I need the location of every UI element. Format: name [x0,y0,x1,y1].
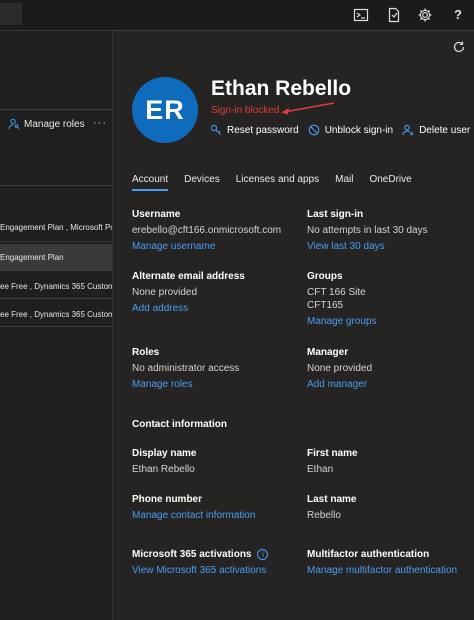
last-name-value: Rebello [307,510,341,521]
add-manager-link[interactable]: Add manager [307,379,372,390]
tab-onedrive[interactable]: OneDrive [369,174,411,191]
list-item[interactable]: ee Free , Dynamics 365 Custome [0,310,112,319]
last-signin-value: No attempts in last 30 days [307,225,428,236]
person-key-icon [8,118,20,130]
unblock-signin-button[interactable]: Unblock sign-in [308,124,393,136]
divider [0,185,112,186]
first-name-value: Ethan [307,464,334,475]
first-name-label: First name [307,448,358,459]
manage-groups-link[interactable]: Manage groups [307,316,377,327]
refresh-icon[interactable] [452,40,466,54]
contact-information-heading: Contact information [132,419,227,430]
red-arrow-annotation [281,102,335,115]
display-name-value: Ethan Rebello [132,464,195,475]
divider [0,109,112,110]
display-name-field: Display name Ethan Rebello [132,448,196,476]
more-options-button[interactable]: ··· [93,117,107,129]
display-name-label: Display name [132,448,197,459]
manage-roles-label: Manage roles [24,118,85,130]
alternate-email-value: None provided [132,287,198,298]
alternate-email-label: Alternate email address [132,271,245,282]
roles-field: Roles No administrator access Manage rol… [132,347,239,390]
reset-password-label: Reset password [227,124,299,136]
manage-roles-link[interactable]: Manage roles [132,379,239,390]
avatar: ER [132,77,198,143]
m365-activations-label-row: Microsoft 365 activations i [132,549,269,561]
user-actions: Reset password Unblock sign-in Delete us… [210,124,470,136]
manage-mfa-link[interactable]: Manage multifactor authentication [307,565,457,576]
view-last-30-days-link[interactable]: View last 30 days [307,241,428,252]
divider [0,298,112,299]
unblock-signin-label: Unblock sign-in [324,124,394,136]
person-delete-icon [402,124,414,136]
manager-label: Manager [307,347,349,358]
search-box[interactable] [0,3,22,25]
tab-devices[interactable]: Devices [184,174,220,191]
phone-number-field: Phone number Manage contact information [132,494,255,521]
divider [0,326,112,327]
top-bar: ? [0,0,474,30]
username-label: Username [132,209,181,220]
mfa-field: Multifactor authentication Manage multif… [307,549,457,576]
groups-label: Groups [307,271,343,282]
settings-gear-icon[interactable] [417,7,433,23]
terminal-icon[interactable] [353,7,369,23]
manage-roles-button[interactable]: Manage roles [8,118,85,130]
reset-password-button[interactable]: Reset password [210,124,299,136]
group-value: CFT165 [307,300,344,311]
first-name-field: First name Ethan [307,448,358,476]
mfa-label: Multifactor authentication [307,549,430,560]
user-display-name: Ethan Rebello [211,77,352,100]
m365-activations-field: Microsoft 365 activations i View Microsof… [132,549,269,576]
divider [0,241,112,242]
delete-user-label: Delete user [419,124,471,136]
sign-in-blocked-status: Sign-in blocked [211,105,280,116]
help-icon[interactable]: ? [450,7,466,23]
username-value: erebello@cft166.onmicrosoft.com [132,225,282,236]
m365-activations-label: Microsoft 365 activations [132,549,252,561]
list-item-selected[interactable]: Engagement Plan [0,253,112,262]
roles-value: No administrator access [132,363,240,374]
key-icon [210,124,221,135]
manage-contact-information-link[interactable]: Manage contact information [132,510,255,521]
tab-account[interactable]: Account [132,174,169,191]
last-signin-field: Last sign-in No attempts in last 30 days… [307,209,428,252]
detail-tabs: Account Devices Licenses and apps Mail O… [132,174,412,191]
feedback-icon[interactable] [386,7,402,23]
manager-value: None provided [307,363,373,374]
list-item[interactable]: Engagement Plan , Microsoft Po [0,223,112,232]
divider [0,270,112,271]
alternate-email-field: Alternate email address None provided Ad… [132,271,245,314]
add-address-link[interactable]: Add address [132,303,245,314]
roles-label: Roles [132,347,160,358]
last-name-label: Last name [307,494,357,505]
last-signin-label: Last sign-in [307,209,364,220]
tab-licenses-and-apps[interactable]: Licenses and apps [236,174,319,191]
info-icon[interactable]: i [257,549,269,560]
username-field: Username erebello@cft166.onmicrosoft.com… [132,209,281,252]
group-value: CFT 166 Site [307,287,366,298]
groups-field: Groups CFT 166 Site CFT165 Manage groups [307,271,377,327]
last-name-field: Last name Rebello [307,494,356,522]
manage-username-link[interactable]: Manage username [132,241,281,252]
list-item[interactable]: ee Free , Dynamics 365 Custome [0,282,112,291]
tab-mail[interactable]: Mail [335,174,353,191]
block-icon [308,124,320,136]
phone-number-label: Phone number [132,494,203,505]
manager-field: Manager None provided Add manager [307,347,372,390]
delete-user-button[interactable]: Delete user [402,124,470,136]
view-m365-activations-link[interactable]: View Microsoft 365 activations [132,565,268,576]
